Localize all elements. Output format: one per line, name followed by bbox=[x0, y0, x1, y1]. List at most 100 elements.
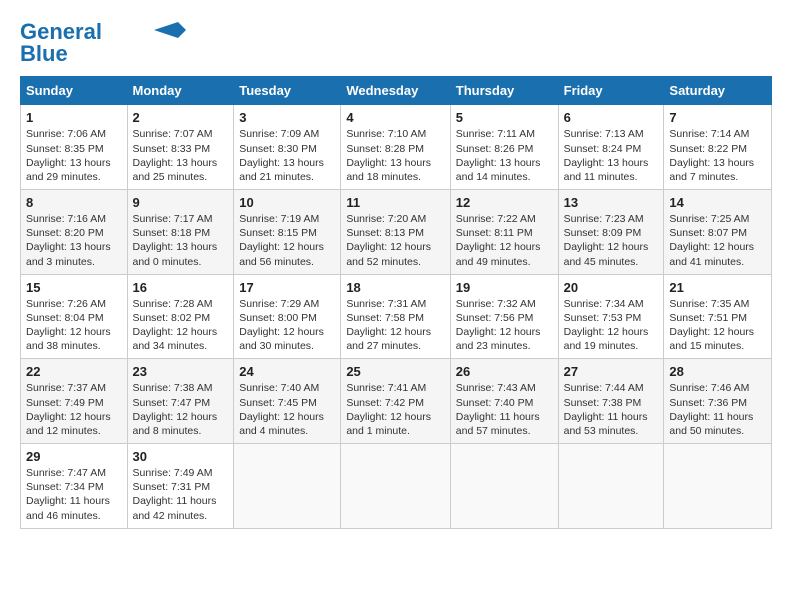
day-info: Sunrise: 7:32 AM Sunset: 7:56 PM Dayligh… bbox=[456, 297, 553, 354]
day-number: 25 bbox=[346, 364, 444, 379]
day-cell: 25 Sunrise: 7:41 AM Sunset: 7:42 PM Dayli… bbox=[341, 359, 450, 444]
header-monday: Monday bbox=[127, 77, 234, 105]
day-cell: 5 Sunrise: 7:11 AM Sunset: 8:26 PM Daylig… bbox=[450, 105, 558, 190]
day-info: Sunrise: 7:49 AM Sunset: 7:31 PM Dayligh… bbox=[133, 466, 229, 523]
day-cell: 7 Sunrise: 7:14 AM Sunset: 8:22 PM Daylig… bbox=[664, 105, 772, 190]
day-info: Sunrise: 7:20 AM Sunset: 8:13 PM Dayligh… bbox=[346, 212, 444, 269]
day-number: 21 bbox=[669, 280, 766, 295]
day-cell: 29Sunrise: 7:47 AM Sunset: 7:34 PM Dayli… bbox=[21, 444, 128, 529]
day-info: Sunrise: 7:29 AM Sunset: 8:00 PM Dayligh… bbox=[239, 297, 335, 354]
day-info: Sunrise: 7:41 AM Sunset: 7:42 PM Dayligh… bbox=[346, 381, 444, 438]
day-info: Sunrise: 7:44 AM Sunset: 7:38 PM Dayligh… bbox=[564, 381, 659, 438]
day-number: 6 bbox=[564, 110, 659, 125]
day-number: 26 bbox=[456, 364, 553, 379]
day-number: 11 bbox=[346, 195, 444, 210]
day-number: 7 bbox=[669, 110, 766, 125]
day-cell: 22 Sunrise: 7:37 AM Sunset: 7:49 PM Dayli… bbox=[21, 359, 128, 444]
day-cell: 2 Sunrise: 7:07 AM Sunset: 8:33 PM Daylig… bbox=[127, 105, 234, 190]
day-cell: 16 Sunrise: 7:28 AM Sunset: 8:02 PM Dayli… bbox=[127, 274, 234, 359]
day-info: Sunrise: 7:06 AM Sunset: 8:35 PM Dayligh… bbox=[26, 127, 122, 184]
header-thursday: Thursday bbox=[450, 77, 558, 105]
day-number: 8 bbox=[26, 195, 122, 210]
day-number: 23 bbox=[133, 364, 229, 379]
day-cell: 15 Sunrise: 7:26 AM Sunset: 8:04 PM Dayli… bbox=[21, 274, 128, 359]
day-info: Sunrise: 7:34 AM Sunset: 7:53 PM Dayligh… bbox=[564, 297, 659, 354]
day-cell: 12 Sunrise: 7:22 AM Sunset: 8:11 PM Dayli… bbox=[450, 190, 558, 275]
day-cell: 23Sunrise: 7:38 AM Sunset: 7:47 PM Dayli… bbox=[127, 359, 234, 444]
day-cell: 9 Sunrise: 7:17 AM Sunset: 8:18 PM Daylig… bbox=[127, 190, 234, 275]
day-info: Sunrise: 7:07 AM Sunset: 8:33 PM Dayligh… bbox=[133, 127, 229, 184]
day-cell bbox=[450, 444, 558, 529]
day-cell bbox=[664, 444, 772, 529]
day-cell: 1 Sunrise: 7:06 AM Sunset: 8:35 PM Daylig… bbox=[21, 105, 128, 190]
day-cell: 26Sunrise: 7:43 AM Sunset: 7:40 PM Dayli… bbox=[450, 359, 558, 444]
day-info: Sunrise: 7:23 AM Sunset: 8:09 PM Dayligh… bbox=[564, 212, 659, 269]
day-info: Sunrise: 7:16 AM Sunset: 8:20 PM Dayligh… bbox=[26, 212, 122, 269]
logo: General Blue bbox=[20, 20, 186, 66]
day-number: 17 bbox=[239, 280, 335, 295]
page-header: General Blue bbox=[20, 20, 772, 66]
day-number: 3 bbox=[239, 110, 335, 125]
day-number: 16 bbox=[133, 280, 229, 295]
day-info: Sunrise: 7:11 AM Sunset: 8:26 PM Dayligh… bbox=[456, 127, 553, 184]
day-cell bbox=[558, 444, 664, 529]
day-cell: 21 Sunrise: 7:35 AM Sunset: 7:51 PM Dayli… bbox=[664, 274, 772, 359]
day-cell bbox=[234, 444, 341, 529]
day-number: 15 bbox=[26, 280, 122, 295]
day-cell: 24Sunrise: 7:40 AM Sunset: 7:45 PM Dayli… bbox=[234, 359, 341, 444]
calendar-header-row: SundayMondayTuesdayWednesdayThursdayFrid… bbox=[21, 77, 772, 105]
header-saturday: Saturday bbox=[664, 77, 772, 105]
day-number: 12 bbox=[456, 195, 553, 210]
day-info: Sunrise: 7:46 AM Sunset: 7:36 PM Dayligh… bbox=[669, 381, 766, 438]
day-cell: 19 Sunrise: 7:32 AM Sunset: 7:56 PM Dayli… bbox=[450, 274, 558, 359]
day-info: Sunrise: 7:26 AM Sunset: 8:04 PM Dayligh… bbox=[26, 297, 122, 354]
day-info: Sunrise: 7:37 AM Sunset: 7:49 PM Dayligh… bbox=[26, 381, 122, 438]
day-number: 30 bbox=[133, 449, 229, 464]
day-number: 28 bbox=[669, 364, 766, 379]
day-cell: 6 Sunrise: 7:13 AM Sunset: 8:24 PM Daylig… bbox=[558, 105, 664, 190]
day-cell: 18Sunrise: 7:31 AM Sunset: 7:58 PM Dayli… bbox=[341, 274, 450, 359]
day-cell bbox=[341, 444, 450, 529]
day-info: Sunrise: 7:09 AM Sunset: 8:30 PM Dayligh… bbox=[239, 127, 335, 184]
day-info: Sunrise: 7:13 AM Sunset: 8:24 PM Dayligh… bbox=[564, 127, 659, 184]
day-number: 14 bbox=[669, 195, 766, 210]
day-info: Sunrise: 7:35 AM Sunset: 7:51 PM Dayligh… bbox=[669, 297, 766, 354]
day-number: 5 bbox=[456, 110, 553, 125]
day-number: 1 bbox=[26, 110, 122, 125]
day-info: Sunrise: 7:14 AM Sunset: 8:22 PM Dayligh… bbox=[669, 127, 766, 184]
day-cell: 20 Sunrise: 7:34 AM Sunset: 7:53 PM Dayli… bbox=[558, 274, 664, 359]
week-row-4: 22 Sunrise: 7:37 AM Sunset: 7:49 PM Dayli… bbox=[21, 359, 772, 444]
day-number: 9 bbox=[133, 195, 229, 210]
week-row-2: 8 Sunrise: 7:16 AM Sunset: 8:20 PM Daylig… bbox=[21, 190, 772, 275]
header-tuesday: Tuesday bbox=[234, 77, 341, 105]
day-cell: 11 Sunrise: 7:20 AM Sunset: 8:13 PM Dayli… bbox=[341, 190, 450, 275]
day-cell: 13Sunrise: 7:23 AM Sunset: 8:09 PM Dayli… bbox=[558, 190, 664, 275]
header-sunday: Sunday bbox=[21, 77, 128, 105]
day-cell: 17 Sunrise: 7:29 AM Sunset: 8:00 PM Dayli… bbox=[234, 274, 341, 359]
day-number: 22 bbox=[26, 364, 122, 379]
day-cell: 10Sunrise: 7:19 AM Sunset: 8:15 PM Dayli… bbox=[234, 190, 341, 275]
day-info: Sunrise: 7:28 AM Sunset: 8:02 PM Dayligh… bbox=[133, 297, 229, 354]
day-number: 2 bbox=[133, 110, 229, 125]
day-cell: 14 Sunrise: 7:25 AM Sunset: 8:07 PM Dayli… bbox=[664, 190, 772, 275]
day-cell: 8 Sunrise: 7:16 AM Sunset: 8:20 PM Daylig… bbox=[21, 190, 128, 275]
day-number: 19 bbox=[456, 280, 553, 295]
logo-text-blue: Blue bbox=[20, 42, 68, 66]
day-cell: 28 Sunrise: 7:46 AM Sunset: 7:36 PM Dayli… bbox=[664, 359, 772, 444]
day-number: 27 bbox=[564, 364, 659, 379]
day-info: Sunrise: 7:10 AM Sunset: 8:28 PM Dayligh… bbox=[346, 127, 444, 184]
logo-icon bbox=[154, 22, 186, 38]
day-number: 10 bbox=[239, 195, 335, 210]
header-wednesday: Wednesday bbox=[341, 77, 450, 105]
day-info: Sunrise: 7:25 AM Sunset: 8:07 PM Dayligh… bbox=[669, 212, 766, 269]
day-info: Sunrise: 7:17 AM Sunset: 8:18 PM Dayligh… bbox=[133, 212, 229, 269]
day-cell: 27 Sunrise: 7:44 AM Sunset: 7:38 PM Dayli… bbox=[558, 359, 664, 444]
header-friday: Friday bbox=[558, 77, 664, 105]
week-row-3: 15 Sunrise: 7:26 AM Sunset: 8:04 PM Dayli… bbox=[21, 274, 772, 359]
day-cell: 4Sunrise: 7:10 AM Sunset: 8:28 PM Daylig… bbox=[341, 105, 450, 190]
day-number: 20 bbox=[564, 280, 659, 295]
calendar-table: SundayMondayTuesdayWednesdayThursdayFrid… bbox=[20, 76, 772, 528]
day-info: Sunrise: 7:22 AM Sunset: 8:11 PM Dayligh… bbox=[456, 212, 553, 269]
day-cell: 3 Sunrise: 7:09 AM Sunset: 8:30 PM Daylig… bbox=[234, 105, 341, 190]
day-number: 18 bbox=[346, 280, 444, 295]
